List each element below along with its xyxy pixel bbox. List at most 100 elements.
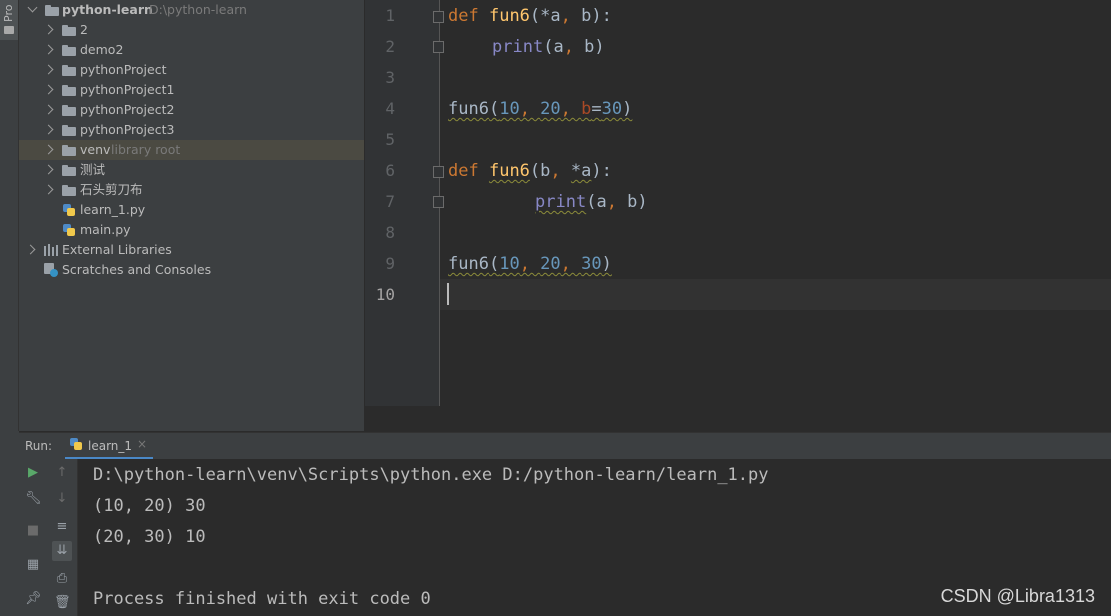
tree-item-pythonproject1[interactable]: pythonProject1 (19, 80, 364, 100)
tree-item-label: 石头剪刀布 (80, 182, 143, 197)
line-number: 5 (385, 130, 395, 149)
tree-item-rock-paper-scissors[interactable]: 石头剪刀布 (19, 180, 364, 200)
line-number: 1 (385, 6, 395, 25)
tree-item-label: pythonProject (80, 62, 167, 77)
line-number: 3 (385, 68, 395, 87)
tree-item-label: pythonProject3 (80, 122, 175, 137)
arrow-up-icon[interactable]: ↑ (54, 465, 70, 481)
line-number: 4 (385, 99, 395, 118)
chevron-right-icon[interactable] (43, 144, 54, 155)
scratches-label: Scratches and Consoles (62, 262, 212, 277)
tree-file-label: learn_1.py (80, 202, 146, 217)
python-file-icon (69, 437, 83, 451)
console-line: (20, 30) 10 (93, 527, 206, 547)
folder-icon (62, 185, 76, 196)
run-label: Run: (25, 439, 53, 453)
chevron-right-icon[interactable] (43, 64, 54, 75)
project-tool-tab[interactable]: Pro (0, 0, 18, 40)
tree-item-pythonproject[interactable]: pythonProject (19, 60, 364, 80)
tree-file-learn-1[interactable]: learn_1.py (19, 200, 364, 220)
tree-item-2[interactable]: 2 (19, 20, 364, 40)
line-number: 6 (385, 161, 395, 180)
folder-icon (62, 145, 76, 156)
root-name: python-learn (62, 2, 153, 17)
tree-item-venv[interactable]: venv library root (19, 140, 364, 160)
fold-marker-icon[interactable] (433, 41, 444, 53)
wrench-icon[interactable]: 🔧︎ (25, 491, 42, 507)
line-number: 2 (385, 37, 395, 56)
scroll-to-end-icon[interactable]: ⇊ (52, 541, 72, 561)
soft-wrap-icon[interactable]: ≡ (54, 519, 70, 535)
project-tool-tab-label: Pro (2, 4, 15, 22)
library-root-note: library root (111, 142, 181, 157)
rerun-icon[interactable]: ▶ (25, 465, 41, 481)
tree-external-libraries[interactable]: External Libraries (19, 240, 364, 260)
folder-icon (4, 26, 14, 34)
left-tool-strip-lower (0, 431, 19, 616)
fold-marker-icon[interactable] (433, 166, 444, 178)
folder-icon (62, 65, 76, 76)
fold-marker-icon[interactable] (433, 196, 444, 208)
tree-item-demo2[interactable]: demo2 (19, 40, 364, 60)
left-tool-strip: Pro (0, 0, 19, 431)
code-line-1: def fun6(*a, b): (448, 6, 612, 26)
console-line: Process finished with exit code 0 (93, 589, 431, 609)
python-file-icon (62, 203, 76, 217)
chevron-right-icon[interactable] (43, 124, 54, 135)
tree-file-main[interactable]: main.py (19, 220, 364, 240)
folder-icon (62, 85, 76, 96)
run-tab-label: learn_1 (88, 439, 133, 453)
chevron-right-icon[interactable] (43, 184, 54, 195)
trash-icon[interactable]: 🗑︎ (54, 595, 71, 611)
chevron-down-icon[interactable] (27, 2, 38, 13)
tree-item-label: pythonProject2 (80, 102, 175, 117)
scratches-icon (44, 263, 58, 277)
text-caret (447, 283, 449, 305)
stop-icon[interactable]: ■ (25, 523, 41, 539)
tree-item-label: pythonProject1 (80, 82, 175, 97)
code-editor[interactable]: 1 2 3 4 5 6 7 8 9 10 def fun6(*a, b): pr… (365, 0, 1111, 406)
chevron-right-icon[interactable] (43, 84, 54, 95)
run-toolbar-secondary: ↑ ↓ ≡ ⇊ ⎙ 🗑︎ (47, 459, 78, 616)
chevron-right-icon[interactable] (43, 44, 54, 55)
chevron-right-icon[interactable] (43, 164, 54, 175)
pin-icon[interactable]: 📌︎ (25, 591, 42, 607)
tree-scratches[interactable]: Scratches and Consoles (19, 260, 364, 280)
code-line-4: fun6(10, 20, b=30) (448, 99, 633, 119)
tree-item-pythonproject3[interactable]: pythonProject3 (19, 120, 364, 140)
tree-file-label: main.py (80, 222, 131, 237)
chevron-right-icon[interactable] (43, 24, 54, 35)
arrow-down-icon[interactable]: ↓ (54, 491, 70, 507)
editor-bottom-area (365, 406, 1111, 431)
tree-item-label: 2 (80, 22, 88, 37)
tree-item-label: demo2 (80, 42, 124, 57)
line-number: 9 (385, 254, 395, 273)
tree-item-label: 测试 (80, 162, 106, 177)
tree-item-test[interactable]: 测试 (19, 160, 364, 180)
chevron-right-icon[interactable] (43, 104, 54, 115)
project-tree: python-learn D:\python-learn 2 demo2 pyt… (19, 0, 364, 431)
chevron-right-icon[interactable] (25, 244, 36, 255)
line-number: 10 (375, 285, 395, 304)
tree-item-pythonproject2[interactable]: pythonProject2 (19, 100, 364, 120)
folder-icon (62, 45, 76, 56)
external-libraries-label: External Libraries (62, 242, 172, 257)
tree-root[interactable]: python-learn D:\python-learn (19, 0, 364, 20)
code-line-6: def fun6(b, *a): (448, 161, 612, 181)
root-path: D:\python-learn (149, 2, 247, 17)
run-tab-learn-1[interactable]: learn_1 × (65, 433, 153, 460)
python-file-icon (62, 223, 76, 237)
line-number: 7 (385, 192, 395, 211)
print-icon[interactable]: ⎙ (54, 571, 70, 587)
folder-icon (62, 165, 76, 176)
folder-icon (62, 25, 76, 36)
line-number: 8 (385, 223, 395, 242)
fold-marker-icon[interactable] (433, 11, 444, 23)
close-icon[interactable]: × (137, 437, 147, 451)
code-line-2: print(a, b) (492, 37, 605, 57)
code-line-7: print(a, b) (535, 192, 648, 212)
library-icon (44, 244, 58, 256)
layout-icon[interactable]: ▦ (25, 557, 41, 573)
folder-icon (62, 125, 76, 136)
tree-item-label: venv (80, 142, 111, 157)
